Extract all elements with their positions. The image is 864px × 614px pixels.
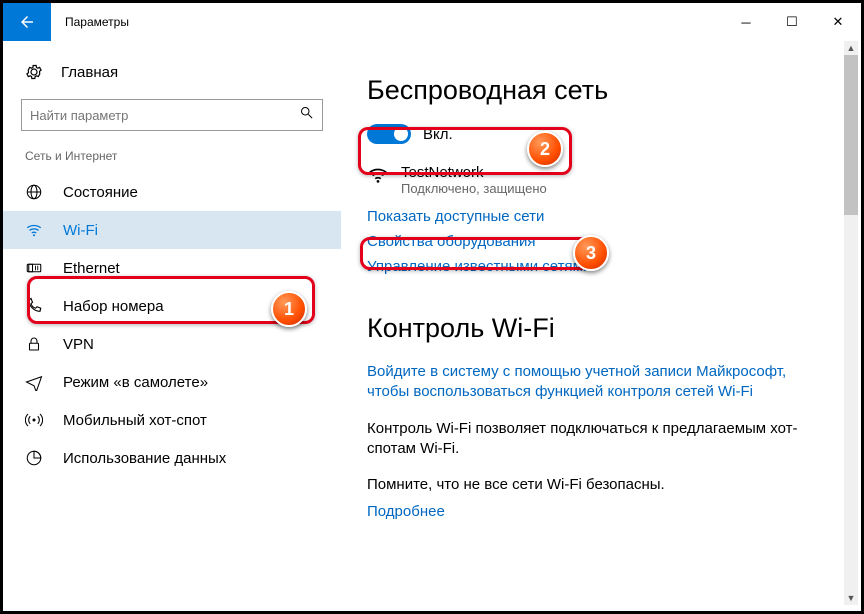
- search-box[interactable]: [21, 99, 323, 131]
- wifi-toggle[interactable]: [367, 124, 411, 144]
- gear-icon: [25, 63, 43, 81]
- ethernet-icon: [25, 259, 45, 277]
- scrollbar[interactable]: ▲ ▼: [844, 41, 858, 605]
- sidebar-item-label: Состояние: [63, 184, 138, 201]
- wifi-control-heading: Контроль Wi-Fi: [367, 313, 837, 344]
- main-content: Беспроводная сеть Вкл. TestNetwork Подкл…: [341, 41, 861, 611]
- signin-link[interactable]: Войдите в систему с помощью учетной запи…: [367, 362, 807, 403]
- network-status: Подключено, защищено: [401, 181, 547, 196]
- maximize-button[interactable]: ☐: [769, 3, 815, 41]
- scroll-up-icon[interactable]: ▲: [844, 41, 858, 55]
- sidebar: Главная Сеть и Интернет Состояние Wi-Fi: [3, 41, 341, 611]
- current-network[interactable]: TestNetwork Подключено, защищено: [367, 164, 837, 196]
- wifi-toggle-label: Вкл.: [423, 126, 453, 143]
- arrow-left-icon: [18, 13, 36, 31]
- home-label: Главная: [61, 64, 118, 81]
- sidebar-item-vpn[interactable]: VPN: [3, 325, 341, 363]
- sidebar-item-ethernet[interactable]: Ethernet: [3, 249, 341, 287]
- show-networks-link[interactable]: Показать доступные сети: [367, 208, 837, 225]
- sidebar-item-label: Wi-Fi: [63, 222, 98, 239]
- home-nav[interactable]: Главная: [3, 55, 341, 89]
- globe-icon: [25, 183, 45, 201]
- wifi-connected-icon: [367, 164, 393, 186]
- sidebar-item-airplane[interactable]: Режим «в самолете»: [3, 363, 341, 401]
- sidebar-item-label: Режим «в самолете»: [63, 374, 208, 391]
- hotspot-icon: [25, 411, 45, 429]
- sidebar-item-hotspot[interactable]: Мобильный хот-спот: [3, 401, 341, 439]
- hardware-props-link[interactable]: Свойства оборудования: [367, 233, 837, 250]
- sidebar-item-label: Ethernet: [63, 260, 120, 277]
- more-link[interactable]: Подробнее: [367, 503, 837, 520]
- sidebar-item-label: Использование данных: [63, 450, 226, 467]
- network-name: TestNetwork: [401, 164, 547, 181]
- sidebar-item-label: Мобильный хот-спот: [63, 412, 207, 429]
- sidebar-item-label: Набор номера: [63, 298, 164, 315]
- sidebar-item-wifi[interactable]: Wi-Fi: [3, 211, 341, 249]
- sidebar-item-status[interactable]: Состояние: [3, 173, 341, 211]
- data-usage-icon: [25, 449, 45, 467]
- wifi-control-body2: Помните, что не все сети Wi-Fi безопасны…: [367, 475, 807, 495]
- window-title: Параметры: [51, 3, 723, 41]
- manage-networks-link[interactable]: Управление известными сетями: [367, 258, 837, 275]
- sidebar-item-label: VPN: [63, 336, 94, 353]
- sidebar-item-datausage[interactable]: Использование данных: [3, 439, 341, 477]
- titlebar: Параметры ─ ☐ ✕: [3, 3, 861, 41]
- wifi-control-body1: Контроль Wi-Fi позволяет подключаться к …: [367, 419, 807, 460]
- scroll-down-icon[interactable]: ▼: [844, 591, 858, 605]
- wifi-icon: [25, 221, 45, 239]
- back-button[interactable]: [3, 3, 51, 41]
- minimize-button[interactable]: ─: [723, 3, 769, 41]
- vpn-icon: [25, 335, 45, 353]
- search-icon: [299, 105, 314, 125]
- airplane-icon: [25, 373, 45, 391]
- page-heading: Беспроводная сеть: [367, 75, 837, 106]
- phone-icon: [25, 297, 45, 315]
- category-header: Сеть и Интернет: [3, 145, 341, 173]
- sidebar-item-dialup[interactable]: Набор номера: [3, 287, 341, 325]
- close-button[interactable]: ✕: [815, 3, 861, 41]
- scrollbar-thumb[interactable]: [844, 55, 858, 215]
- search-input[interactable]: [30, 108, 299, 123]
